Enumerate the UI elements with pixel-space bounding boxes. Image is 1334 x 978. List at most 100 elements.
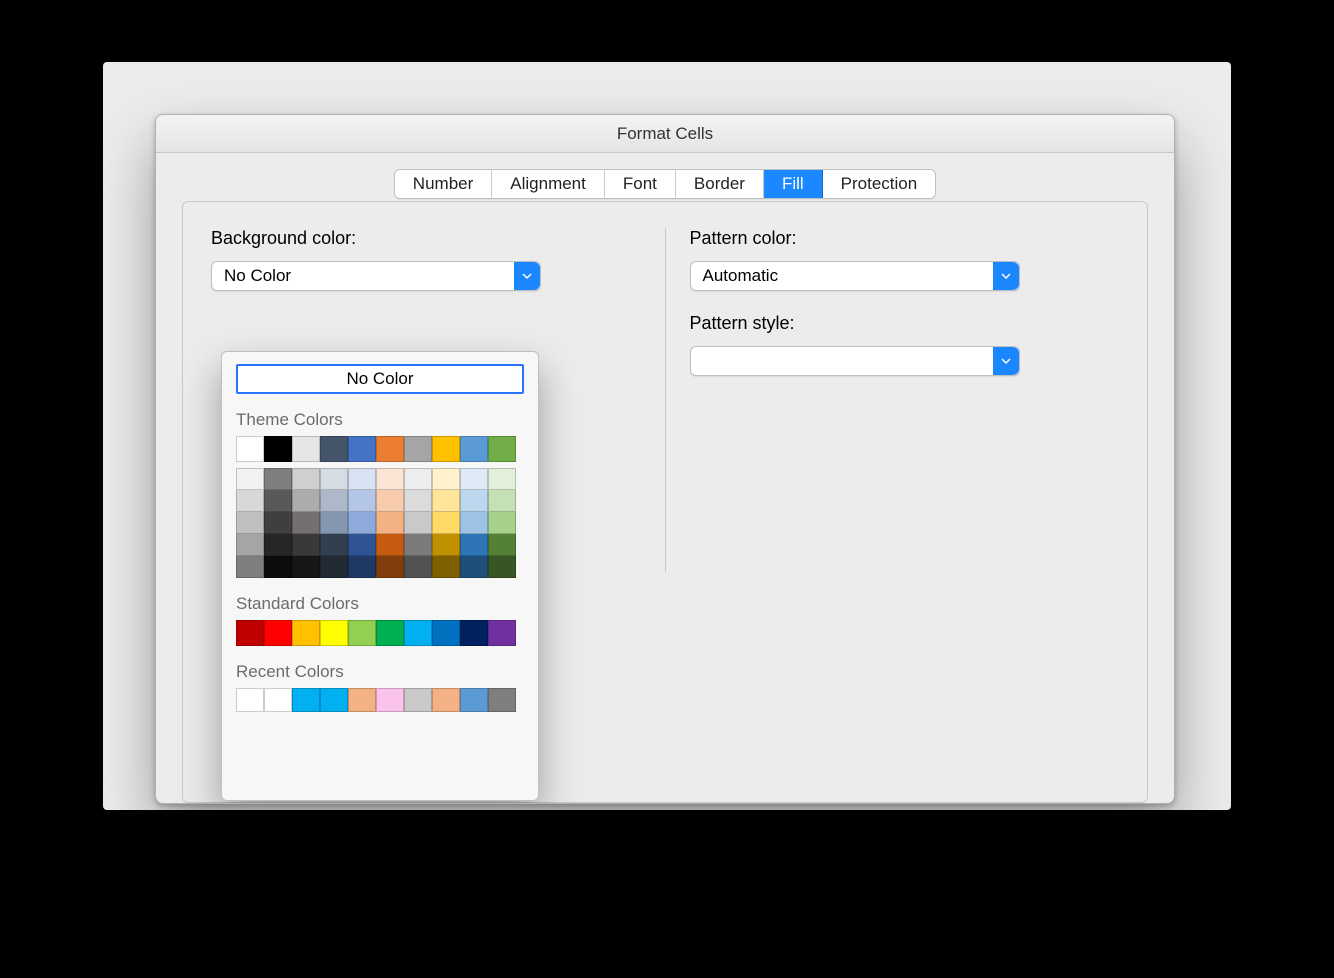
color-swatch[interactable]	[236, 436, 264, 462]
color-swatch[interactable]	[488, 620, 516, 646]
chevron-down-icon	[514, 262, 540, 290]
color-swatch[interactable]	[460, 512, 488, 534]
pattern-style-label: Pattern style:	[690, 313, 1120, 334]
color-swatch[interactable]	[264, 490, 292, 512]
color-swatch[interactable]	[320, 468, 348, 490]
tab-fill[interactable]: Fill	[764, 170, 823, 198]
color-swatch[interactable]	[236, 468, 264, 490]
color-swatch[interactable]	[320, 620, 348, 646]
color-swatch[interactable]	[488, 490, 516, 512]
no-color-button[interactable]: No Color	[236, 364, 524, 394]
color-swatch[interactable]	[460, 490, 488, 512]
color-swatch[interactable]	[348, 468, 376, 490]
color-swatch[interactable]	[376, 512, 404, 534]
color-swatch[interactable]	[264, 620, 292, 646]
color-swatch[interactable]	[404, 556, 432, 578]
color-swatch[interactable]	[236, 490, 264, 512]
color-swatch[interactable]	[460, 436, 488, 462]
color-swatch[interactable]	[320, 556, 348, 578]
color-swatch[interactable]	[348, 512, 376, 534]
color-swatch[interactable]	[264, 688, 292, 712]
color-swatch[interactable]	[376, 556, 404, 578]
color-swatch[interactable]	[432, 436, 460, 462]
color-swatch[interactable]	[460, 620, 488, 646]
color-swatch[interactable]	[432, 512, 460, 534]
color-swatch[interactable]	[264, 556, 292, 578]
color-swatch[interactable]	[348, 556, 376, 578]
tab-alignment[interactable]: Alignment	[492, 170, 605, 198]
color-swatch[interactable]	[320, 688, 348, 712]
color-swatch[interactable]	[404, 490, 432, 512]
color-swatch[interactable]	[236, 688, 264, 712]
color-swatch[interactable]	[264, 512, 292, 534]
color-swatch[interactable]	[404, 512, 432, 534]
color-swatch[interactable]	[432, 490, 460, 512]
color-swatch[interactable]	[348, 534, 376, 556]
color-swatch[interactable]	[404, 688, 432, 712]
color-swatch[interactable]	[348, 436, 376, 462]
color-swatch[interactable]	[264, 534, 292, 556]
theme-tints-grid	[236, 468, 524, 578]
color-swatch[interactable]	[292, 468, 320, 490]
color-swatch[interactable]	[348, 688, 376, 712]
color-swatch[interactable]	[292, 512, 320, 534]
recent-color-row	[236, 688, 524, 712]
color-swatch[interactable]	[488, 436, 516, 462]
color-swatch[interactable]	[292, 620, 320, 646]
color-swatch[interactable]	[348, 620, 376, 646]
color-swatch[interactable]	[236, 512, 264, 534]
pattern-color-label: Pattern color:	[690, 228, 1120, 249]
color-swatch[interactable]	[320, 512, 348, 534]
color-swatch[interactable]	[320, 534, 348, 556]
color-swatch[interactable]	[292, 556, 320, 578]
color-swatch[interactable]	[236, 620, 264, 646]
color-swatch[interactable]	[376, 436, 404, 462]
chevron-down-icon	[993, 262, 1019, 290]
right-column: Pattern color: Automatic Pattern style:	[690, 228, 1120, 776]
tab-number[interactable]: Number	[395, 170, 492, 198]
color-swatch[interactable]	[460, 534, 488, 556]
color-swatch[interactable]	[292, 688, 320, 712]
color-swatch[interactable]	[432, 688, 460, 712]
color-swatch[interactable]	[432, 556, 460, 578]
stage: Format Cells Number Alignment Font Borde…	[103, 62, 1231, 810]
color-swatch[interactable]	[404, 534, 432, 556]
pattern-color-select[interactable]: Automatic	[690, 261, 1020, 291]
color-swatch[interactable]	[460, 468, 488, 490]
color-swatch[interactable]	[488, 468, 516, 490]
color-swatch[interactable]	[376, 468, 404, 490]
color-swatch[interactable]	[488, 512, 516, 534]
color-swatch[interactable]	[320, 490, 348, 512]
color-swatch[interactable]	[460, 688, 488, 712]
color-swatch[interactable]	[236, 534, 264, 556]
color-swatch[interactable]	[404, 436, 432, 462]
color-swatch[interactable]	[488, 556, 516, 578]
color-swatch[interactable]	[404, 620, 432, 646]
color-swatch[interactable]	[376, 534, 404, 556]
color-swatch[interactable]	[264, 436, 292, 462]
color-swatch[interactable]	[292, 490, 320, 512]
color-swatch[interactable]	[376, 620, 404, 646]
color-swatch[interactable]	[236, 556, 264, 578]
color-swatch[interactable]	[404, 468, 432, 490]
color-swatch[interactable]	[348, 490, 376, 512]
color-swatch[interactable]	[432, 534, 460, 556]
pattern-style-select[interactable]	[690, 346, 1020, 376]
color-swatch[interactable]	[376, 688, 404, 712]
tab-protection[interactable]: Protection	[823, 170, 936, 198]
color-swatch[interactable]	[488, 534, 516, 556]
color-swatch[interactable]	[264, 468, 292, 490]
color-swatch[interactable]	[320, 436, 348, 462]
color-swatch[interactable]	[376, 490, 404, 512]
color-swatch[interactable]	[488, 688, 516, 712]
color-swatch[interactable]	[292, 436, 320, 462]
background-color-select[interactable]: No Color	[211, 261, 541, 291]
color-swatch[interactable]	[432, 620, 460, 646]
color-swatch[interactable]	[292, 534, 320, 556]
color-swatch[interactable]	[432, 468, 460, 490]
tab-border[interactable]: Border	[676, 170, 764, 198]
background-color-label: Background color:	[211, 228, 641, 249]
tab-segmented: Number Alignment Font Border Fill Protec…	[394, 169, 936, 199]
tab-font[interactable]: Font	[605, 170, 676, 198]
color-swatch[interactable]	[460, 556, 488, 578]
